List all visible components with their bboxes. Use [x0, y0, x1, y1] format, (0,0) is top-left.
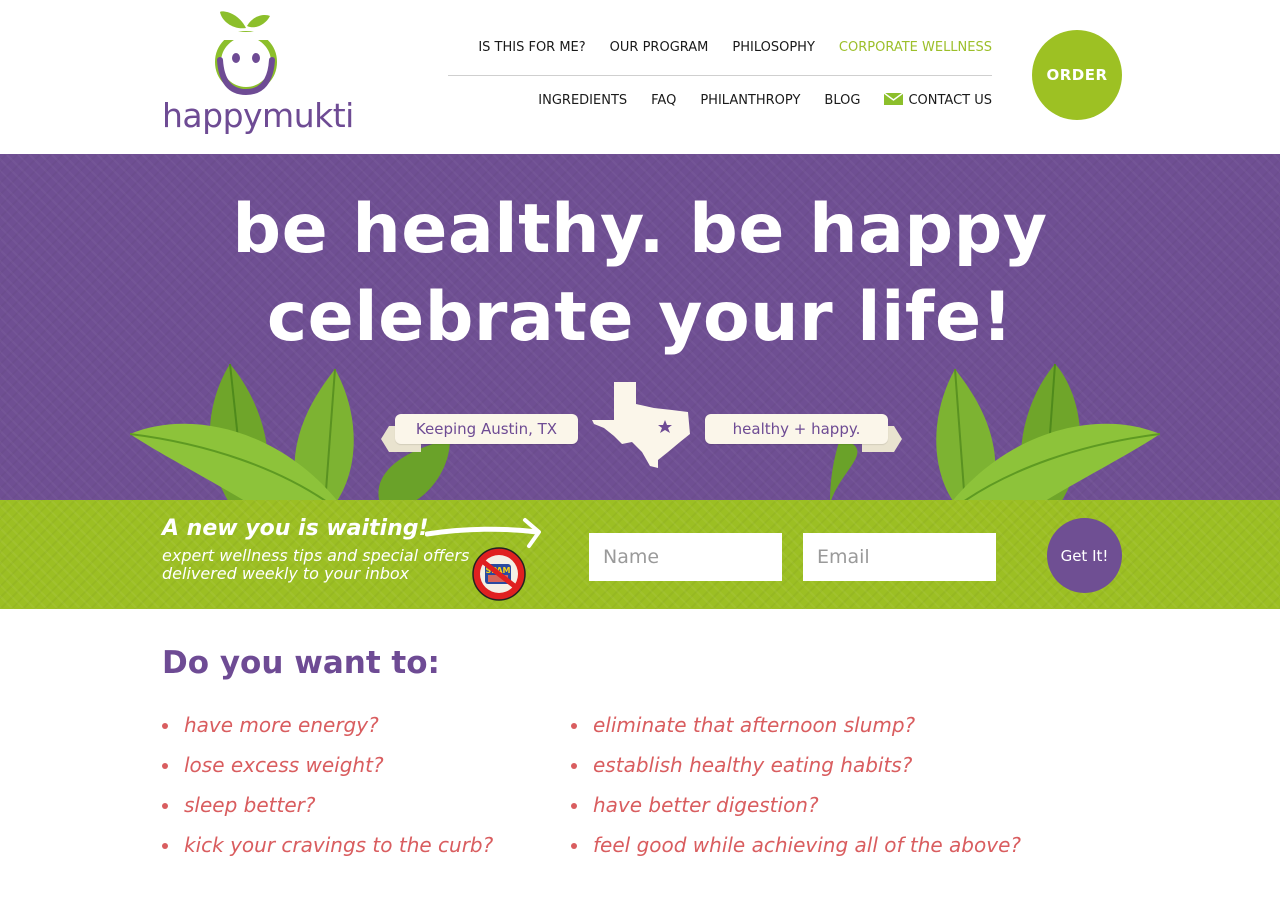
- nav-our-program[interactable]: OUR PROGRAM: [610, 40, 709, 55]
- signup-title: A new you is waiting!: [162, 516, 429, 541]
- signup-subtitle-line1: expert wellness tips and special offers: [162, 546, 470, 565]
- list-item: kick your cravings to the curb?: [162, 833, 493, 873]
- list-item: lose excess weight?: [162, 753, 493, 793]
- list-item: establish healthy eating habits?: [571, 753, 1021, 793]
- list-item-text: have better digestion?: [593, 793, 819, 817]
- primary-nav: IS THIS FOR ME? OUR PROGRAM PHILOSOPHY C…: [478, 40, 992, 55]
- texas-map-icon: [592, 382, 690, 468]
- bullet-icon: [162, 803, 168, 809]
- benefits-list-left: have more energy? lose excess weight? sl…: [162, 713, 493, 873]
- newsletter-signup: A new you is waiting! expert wellness ti…: [0, 500, 1280, 609]
- site-header: happymukti IS THIS FOR ME? OUR PROGRAM P…: [0, 0, 1280, 154]
- nav-contact-us-label: CONTACT US: [908, 93, 992, 108]
- benefits-section: Do you want to: have more energy? lose e…: [0, 609, 1280, 900]
- arrow-icon: [425, 518, 541, 548]
- name-input[interactable]: [589, 533, 782, 581]
- bullet-icon: [571, 723, 577, 729]
- nav-blog[interactable]: BLOG: [824, 93, 860, 108]
- list-item-text: sleep better?: [184, 793, 316, 817]
- bullet-icon: [162, 763, 168, 769]
- nav-philosophy[interactable]: PHILOSOPHY: [732, 40, 815, 55]
- list-item: eliminate that afternoon slump?: [571, 713, 1021, 753]
- bullet-icon: [571, 843, 577, 849]
- list-item-text: feel good while achieving all of the abo…: [593, 833, 1021, 857]
- list-item-text: eliminate that afternoon slump?: [593, 713, 916, 737]
- list-item: have more energy?: [162, 713, 493, 753]
- benefits-list-right: eliminate that afternoon slump? establis…: [571, 713, 1021, 873]
- hero-headline-line2: celebrate your life!: [266, 278, 1014, 357]
- nav-ingredients[interactable]: INGREDIENTS: [538, 93, 627, 108]
- logo-smiley-icon: [215, 11, 277, 96]
- bullet-icon: [571, 763, 577, 769]
- hero-banner: be healthy. be happy celebrate your life…: [0, 154, 1280, 500]
- nav-corporate-wellness[interactable]: CORPORATE WELLNESS: [839, 40, 992, 55]
- nav-faq[interactable]: FAQ: [651, 93, 676, 108]
- list-item-text: kick your cravings to the curb?: [184, 833, 494, 857]
- list-item: sleep better?: [162, 793, 493, 833]
- signup-subtitle-line2: delivered weekly to your inbox: [162, 564, 410, 583]
- nav-divider: [448, 75, 992, 76]
- get-it-button[interactable]: Get It!: [1047, 518, 1122, 593]
- bullet-icon: [571, 803, 577, 809]
- bullet-icon: [162, 723, 168, 729]
- nav-contact-us[interactable]: CONTACT US: [884, 93, 992, 108]
- mail-icon: [884, 93, 904, 105]
- benefits-heading: Do you want to:: [162, 645, 440, 681]
- logo-text: happymukti: [162, 96, 354, 135]
- list-item-text: establish healthy eating habits?: [593, 753, 913, 777]
- secondary-nav: INGREDIENTS FAQ PHILANTHROPY BLOG CONTAC…: [538, 93, 992, 108]
- list-item-text: have more energy?: [184, 713, 379, 737]
- nav-is-this-for-me[interactable]: IS THIS FOR ME?: [478, 40, 585, 55]
- hero-headline-line1: be healthy. be happy: [232, 190, 1048, 269]
- ribbon-keeping-austin: Keeping Austin, TX: [395, 414, 578, 444]
- email-input[interactable]: [803, 533, 996, 581]
- ribbon-healthy-happy: healthy + happy.: [705, 414, 888, 444]
- logo[interactable]: happymukti: [162, 8, 354, 136]
- list-item: feel good while achieving all of the abo…: [571, 833, 1021, 873]
- nav-philanthropy[interactable]: PHILANTHROPY: [700, 93, 800, 108]
- bullet-icon: [162, 843, 168, 849]
- list-item-text: lose excess weight?: [184, 753, 384, 777]
- list-item: have better digestion?: [571, 793, 1021, 833]
- no-spam-icon: SPAM: [472, 547, 526, 601]
- order-button[interactable]: ORDER: [1032, 30, 1122, 120]
